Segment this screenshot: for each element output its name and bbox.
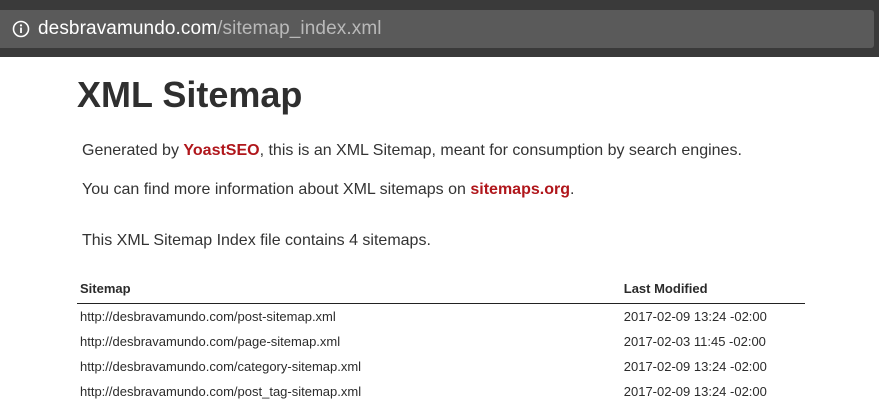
intro-prefix: Generated by (82, 142, 184, 159)
last-modified-cell: 2017-02-09 13:24 -02:00 (623, 309, 767, 324)
table-row: http://desbravamundo.com/page-sitemap.xm… (77, 329, 805, 354)
sitemap-table: Sitemap Last Modified http://desbravamun… (77, 276, 805, 404)
intro-suffix: , this is an XML Sitemap, meant for cons… (259, 142, 742, 159)
browser-address-bar: desbravamundo.com/sitemap_index.xml (0, 0, 879, 57)
info-suffix: . (569, 181, 575, 198)
table-header-row: Sitemap Last Modified (77, 276, 805, 304)
table-row: http://desbravamundo.com/post_tag-sitema… (77, 379, 805, 404)
url-host: desbravamundo.com (38, 18, 218, 39)
info-prefix: You can find more information about XML … (82, 181, 471, 198)
table-row: http://desbravamundo.com/post-sitemap.xm… (77, 304, 805, 330)
sitemap-link[interactable]: http://desbravamundo.com/post_tag-sitema… (80, 384, 361, 399)
info-icon[interactable] (12, 20, 30, 38)
sitemap-link[interactable]: http://desbravamundo.com/category-sitema… (80, 359, 361, 374)
sitemap-link[interactable]: http://desbravamundo.com/page-sitemap.xm… (80, 334, 340, 349)
sitemap-count-text: This XML Sitemap Index file contains 4 s… (82, 232, 431, 249)
page-title: XML Sitemap (77, 74, 303, 115)
last-modified-cell: 2017-02-09 13:24 -02:00 (623, 359, 767, 374)
sitemaps-org-link[interactable]: sitemaps.org (470, 181, 570, 198)
sitemap-url-cell: http://desbravamundo.com/category-sitema… (77, 354, 621, 379)
sitemap-url-cell: http://desbravamundo.com/post-sitemap.xm… (77, 304, 621, 330)
last-modified-cell: 2017-02-03 11:45 -02:00 (623, 334, 766, 349)
yoastseo-link[interactable]: YoastSEO (183, 142, 259, 159)
url-text[interactable]: desbravamundo.com/sitemap_index.xml (38, 18, 382, 40)
url-path: /sitemap_index.xml (217, 18, 382, 39)
last-modified-cell: 2017-02-09 13:24 -02:00 (623, 384, 767, 399)
table-row: http://desbravamundo.com/category-sitema… (77, 354, 805, 379)
intro-text: Generated by YoastSEO, this is an XML Si… (82, 142, 742, 160)
column-header-last-modified: Last Modified (620, 276, 805, 304)
url-field[interactable]: desbravamundo.com/sitemap_index.xml (0, 10, 874, 48)
sitemap-url-cell: http://desbravamundo.com/post_tag-sitema… (77, 379, 621, 404)
info-text: You can find more information about XML … (82, 181, 574, 199)
column-header-sitemap: Sitemap (77, 276, 621, 304)
sitemap-link[interactable]: http://desbravamundo.com/post-sitemap.xm… (80, 309, 336, 324)
sitemap-url-cell: http://desbravamundo.com/page-sitemap.xm… (77, 329, 621, 354)
